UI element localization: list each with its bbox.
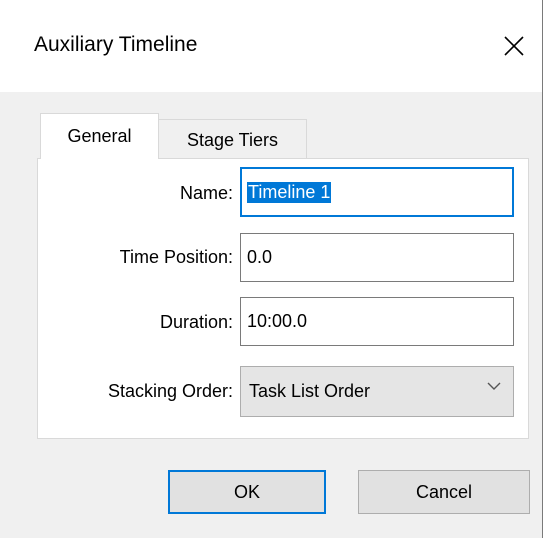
tab-general-label: General [67,126,132,146]
close-icon [504,36,524,56]
tab-stage-tiers-label: Stage Tiers [186,130,279,150]
cancel-button[interactable]: Cancel [358,470,530,514]
duration-field[interactable]: 10:00.0 [240,297,514,346]
dialog-title: Auxiliary Timeline [34,33,198,56]
name-field[interactable]: Timeline 1 [240,167,514,217]
name-field-value: Timeline 1 [247,181,332,203]
duration-label: Duration: [159,312,233,332]
cancel-button-label: Cancel [415,481,473,502]
stacking-order-select[interactable]: Task List Order [240,366,514,417]
ok-button-label: OK [233,481,260,502]
time-position-value: 0.0 [247,247,273,267]
duration-value: 10:00.0 [247,311,308,331]
auxiliary-timeline-dialog: Auxiliary Timeline General Stage Tiers N… [0,0,543,538]
tab-stage-tiers[interactable]: Stage Tiers [158,119,307,159]
name-label: Name: [179,183,233,203]
stacking-order-label: Stacking Order: [107,381,233,401]
chevron-down-icon [487,382,501,390]
time-position-label: Time Position: [119,247,233,267]
title-bar: Auxiliary Timeline [0,0,542,92]
time-position-field[interactable]: 0.0 [240,233,514,282]
stacking-order-value: Task List Order [249,381,371,401]
close-button[interactable] [486,20,542,72]
ok-button[interactable]: OK [168,470,326,514]
tab-general[interactable]: General [40,113,159,159]
